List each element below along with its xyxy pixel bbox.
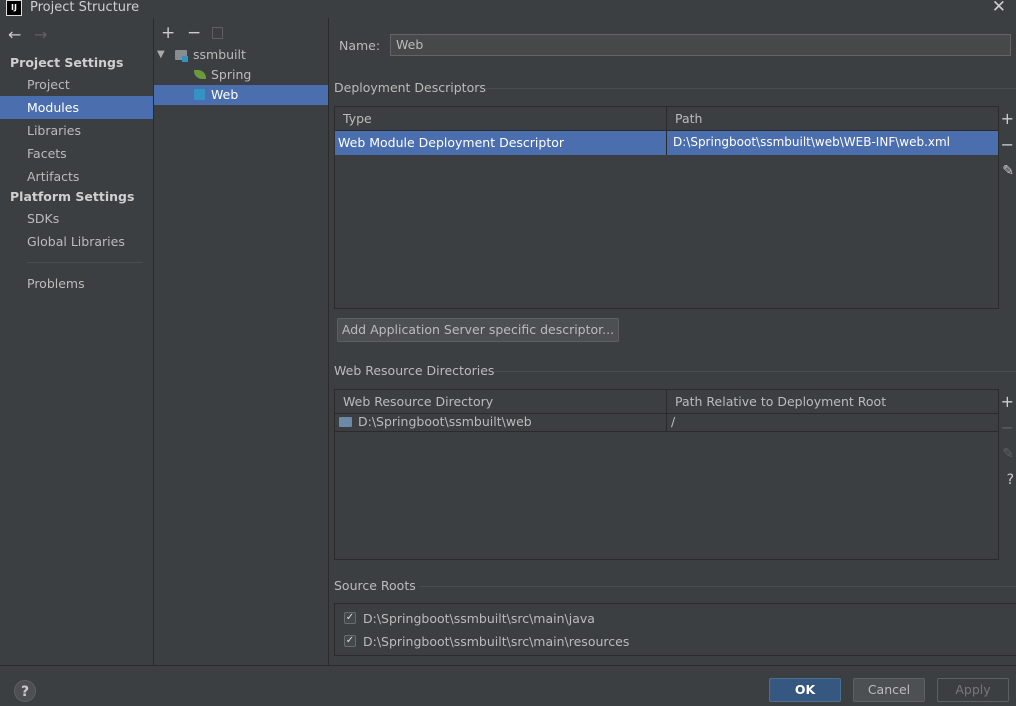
row-type-cell: Web Module Deployment Descriptor (338, 135, 565, 150)
ok-button[interactable]: OK (769, 678, 841, 702)
nav-item-facets[interactable]: Facets (0, 142, 153, 165)
pencil-icon[interactable]: ✎ (1002, 163, 1014, 179)
question-icon[interactable]: ? (14, 680, 36, 702)
nav-item-artifacts[interactable]: Artifacts (0, 165, 153, 188)
source-root-checkbox[interactable]: ✓ (344, 635, 356, 647)
spring-leaf-icon (194, 70, 206, 79)
nav-item-global-libraries[interactable]: Global Libraries (0, 230, 153, 253)
web-facet-icon (194, 89, 205, 100)
project-settings-heading: Project Settings (10, 55, 124, 70)
tree-node-label: ssmbuilt (193, 47, 246, 62)
plus-icon[interactable]: + (1001, 394, 1014, 410)
plus-icon[interactable]: + (161, 24, 175, 42)
name-input[interactable]: Web (390, 34, 1011, 56)
column-header-relative-path[interactable]: Path Relative to Deployment Root (667, 390, 998, 414)
module-badge-icon (182, 56, 188, 62)
arrow-left-icon[interactable]: ← (8, 26, 21, 44)
tree-node-web[interactable]: Web (154, 85, 328, 105)
module-tree-panel (154, 18, 328, 665)
question-icon[interactable]: ? (1007, 472, 1014, 488)
column-header-web-resource-directory[interactable]: Web Resource Directory (335, 390, 666, 414)
minus-icon[interactable]: − (1001, 420, 1014, 436)
minus-icon[interactable]: − (1001, 137, 1014, 153)
nav-item-problems[interactable]: Problems (0, 272, 153, 295)
column-separator (666, 131, 667, 155)
tree-node-spring[interactable]: Spring (193, 65, 327, 85)
app-logo-icon: IJ (6, 0, 22, 16)
copy-icon[interactable] (212, 27, 223, 39)
minus-icon[interactable]: − (187, 24, 201, 42)
table-row[interactable]: Web Module Deployment Descriptor D:\Spri… (335, 131, 998, 155)
table-row[interactable]: D:\Springboot\ssmbuilt\web / (335, 414, 998, 432)
deployment-descriptors-title: Deployment Descriptors (334, 80, 486, 95)
source-roots-title: Source Roots (334, 578, 416, 593)
cancel-button[interactable]: Cancel (853, 678, 925, 702)
tree-divider (328, 18, 329, 665)
plus-icon[interactable]: + (1001, 111, 1014, 127)
title-bar: IJ Project Structure ✕ (0, 0, 1016, 18)
source-root-path: D:\Springboot\ssmbuilt\src\main\java (363, 611, 595, 626)
triangle-down-icon[interactable]: ▼ (157, 45, 165, 65)
folder-icon (339, 417, 352, 427)
tree-node-ssmbuilt[interactable]: ▼ ssmbuilt (157, 45, 327, 65)
nav-item-project[interactable]: Project (0, 73, 153, 96)
pencil-icon[interactable]: ✎ (1002, 446, 1014, 462)
arrow-right-icon[interactable]: → (34, 26, 47, 44)
platform-settings-heading: Platform Settings (10, 189, 135, 204)
add-server-descriptor-button[interactable]: Add Application Server specific descript… (337, 318, 619, 342)
column-header-path[interactable]: Path (667, 107, 998, 131)
source-root-path: D:\Springboot\ssmbuilt\src\main\resource… (363, 634, 630, 649)
tree-node-label: Spring (211, 67, 252, 82)
apply-button[interactable]: Apply (937, 678, 1009, 702)
web-resource-directories-title: Web Resource Directories (334, 363, 495, 378)
row-directory-cell: D:\Springboot\ssmbuilt\web (358, 414, 532, 429)
column-header-type[interactable]: Type (335, 107, 666, 131)
name-label: Name: (339, 38, 381, 53)
section-line (420, 586, 1016, 587)
row-relative-cell: / (671, 414, 676, 429)
section-line (494, 371, 1016, 372)
tree-node-label: Web (211, 87, 239, 102)
nav-item-sdks[interactable]: SDKs (0, 207, 153, 230)
window-title: Project Structure (30, 0, 140, 15)
nav-item-modules[interactable]: Modules (0, 96, 153, 119)
section-line (484, 88, 1016, 89)
nav-item-libraries[interactable]: Libraries (0, 119, 153, 142)
nav-separator (27, 262, 143, 263)
source-root-checkbox[interactable]: ✓ (344, 612, 356, 624)
close-icon[interactable]: ✕ (992, 0, 1006, 16)
row-path-cell: D:\Springboot\ssmbuilt\web\WEB-INF\web.x… (673, 135, 951, 149)
